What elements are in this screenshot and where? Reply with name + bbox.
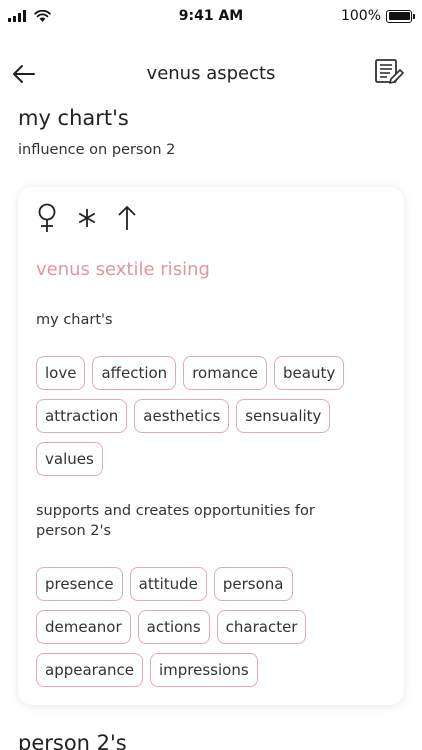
section-subtitle: influence on person 2 bbox=[18, 142, 176, 158]
tag-actions[interactable]: actions bbox=[137, 610, 210, 644]
tag-sensuality[interactable]: sensuality bbox=[236, 399, 331, 433]
tag-presence[interactable]: presence bbox=[36, 567, 123, 601]
tag-attraction[interactable]: attraction bbox=[36, 399, 128, 433]
next-section-title: person 2's bbox=[18, 731, 127, 750]
tag-aesthetics[interactable]: aesthetics bbox=[134, 399, 230, 433]
section-title: my chart's bbox=[18, 106, 129, 130]
tag-character[interactable]: character bbox=[216, 610, 307, 644]
aspect-glyphs bbox=[36, 203, 138, 233]
page-title: venus aspects bbox=[146, 63, 276, 84]
aspect-title: venus sextile rising bbox=[36, 259, 210, 280]
support-label: supports and creates opportunities for p… bbox=[36, 503, 315, 539]
status-right: 100% bbox=[340, 8, 415, 24]
target-tags: presence attitude persona demeanor actio… bbox=[36, 567, 391, 687]
venus-glyph-icon bbox=[38, 203, 56, 232]
tag-love[interactable]: love bbox=[36, 356, 86, 390]
planet-label: my chart's bbox=[36, 312, 113, 328]
tag-appearance[interactable]: appearance bbox=[36, 653, 143, 687]
tag-beauty[interactable]: beauty bbox=[274, 356, 345, 390]
tag-values[interactable]: values bbox=[36, 442, 103, 476]
status-bar: 9:41 AM 100% bbox=[0, 0, 422, 34]
planet-tags: love affection romance beauty attraction… bbox=[36, 356, 391, 476]
tag-affection[interactable]: affection bbox=[92, 356, 177, 390]
notes-edit-icon[interactable] bbox=[374, 57, 404, 87]
tag-attitude[interactable]: attitude bbox=[129, 567, 207, 601]
tag-romance[interactable]: romance bbox=[183, 356, 268, 390]
battery-icon bbox=[386, 9, 415, 23]
tag-impressions[interactable]: impressions bbox=[150, 653, 258, 687]
nav-header: venus aspects bbox=[0, 54, 422, 94]
battery-percent: 100% bbox=[340, 8, 381, 24]
battery-fill bbox=[388, 12, 410, 20]
rising-arrow-icon bbox=[118, 206, 136, 230]
aspect-card: venus sextile rising my chart's love aff… bbox=[18, 187, 404, 705]
sextile-glyph-icon bbox=[78, 209, 96, 227]
tag-persona[interactable]: persona bbox=[213, 567, 293, 601]
tag-demeanor[interactable]: demeanor bbox=[36, 610, 131, 644]
